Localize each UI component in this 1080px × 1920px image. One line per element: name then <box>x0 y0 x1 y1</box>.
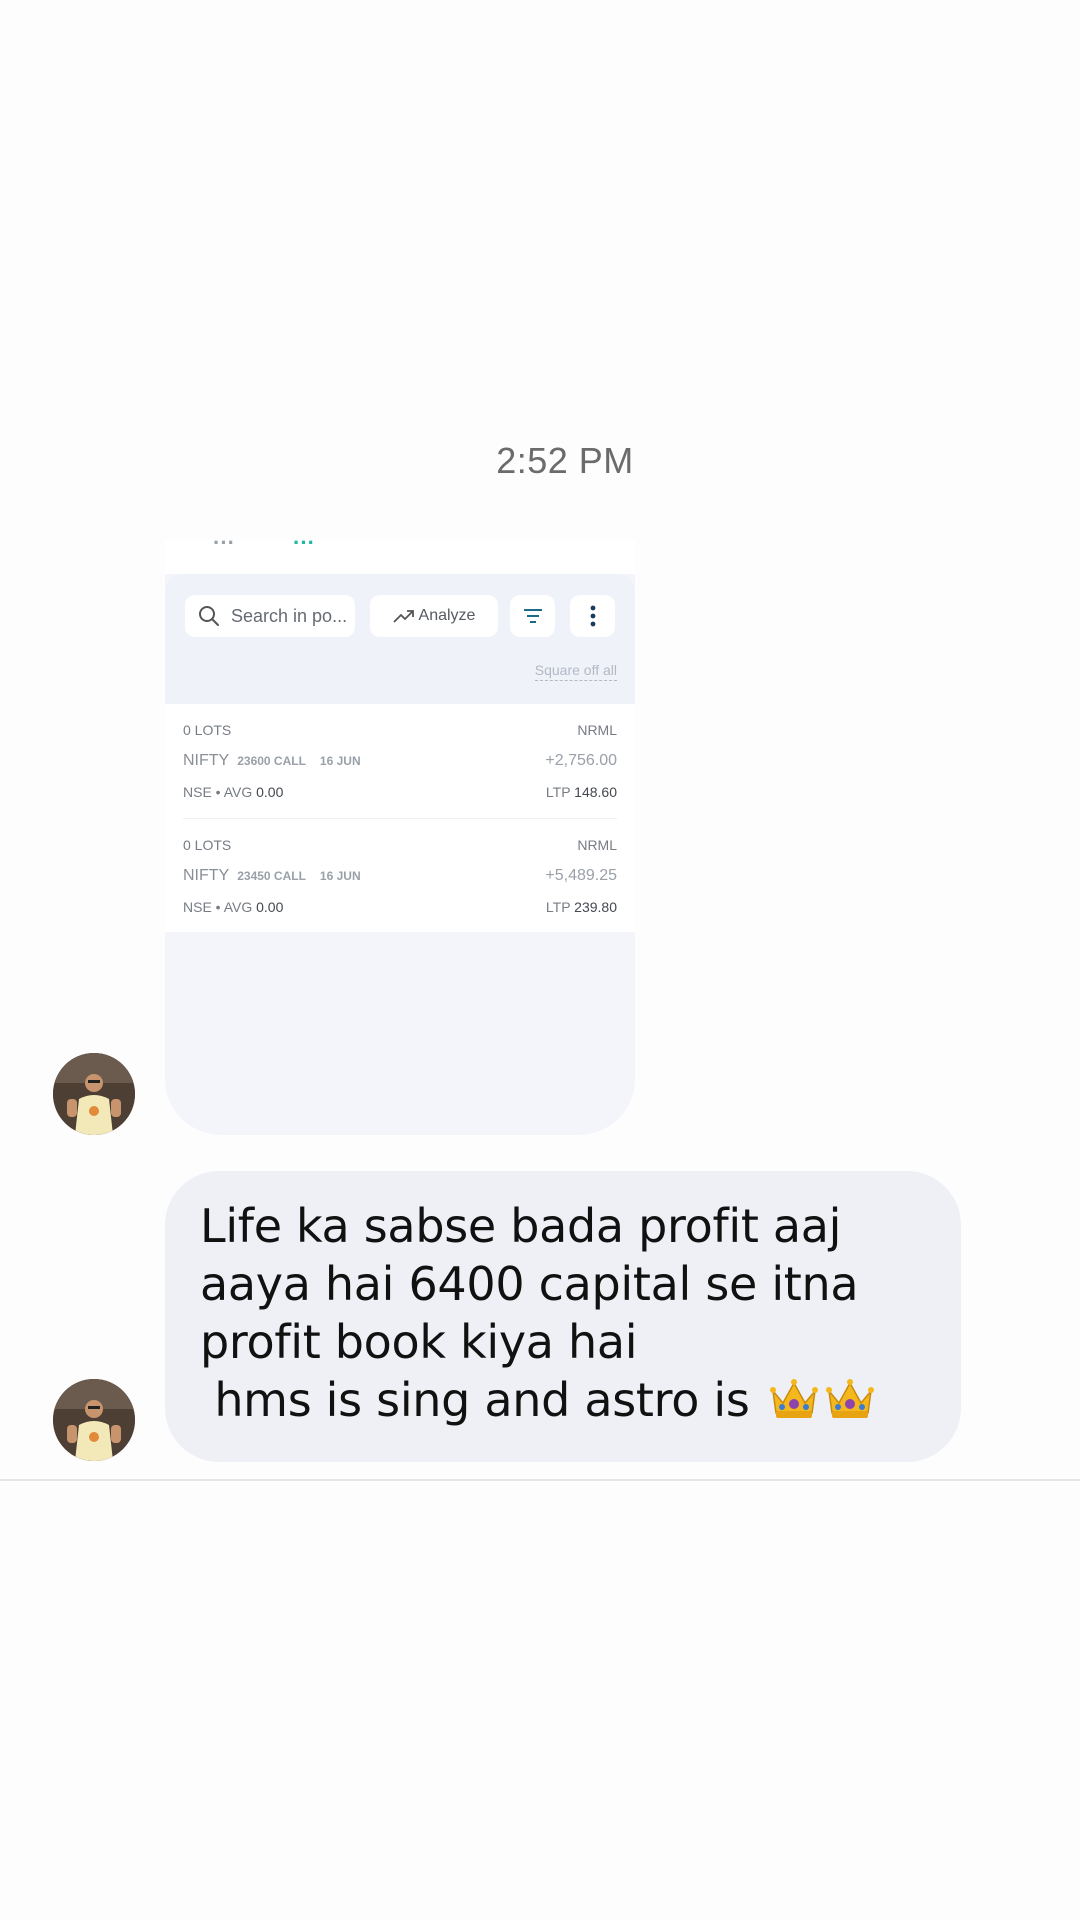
positions-list: 0 LOTS NRML NIFTY 23600 CALL 16 JUN +2,756… <box>165 704 635 932</box>
sender-avatar[interactable] <box>53 1379 135 1461</box>
position-row[interactable]: 0 LOTS NRML NIFTY 23450 CALL 16 JUN +5,489… <box>183 818 617 932</box>
more-options-button[interactable] <box>570 595 615 637</box>
position-strike: 23450 CALL <box>237 869 306 883</box>
positions-search-input[interactable]: Search in po... <box>185 595 355 637</box>
position-expiry: 16 JUN <box>319 869 361 883</box>
position-strike: 23600 CALL <box>237 754 306 768</box>
position-product: NRML <box>577 722 617 738</box>
position-avg: NSE • AVG 0.00 <box>183 784 284 800</box>
message-text: Life ka sabse bada profit aaj aaya hai 6… <box>200 1197 927 1434</box>
position-pnl: +5,489.25 <box>545 867 617 884</box>
position-ltp: LTP 148.60 <box>545 784 617 800</box>
more-vertical-icon <box>590 605 595 627</box>
position-symbol: NIFTY 23450 CALL 16 JUN <box>183 867 361 884</box>
filter-button[interactable] <box>510 595 555 637</box>
position-expiry: 16 JUN <box>319 754 361 768</box>
position-lots: 0 LOTS <box>183 837 232 853</box>
square-off-all-link[interactable]: Square off all <box>534 662 617 681</box>
position-row[interactable]: 0 LOTS NRML NIFTY 23600 CALL 16 JUN +2,756… <box>183 704 617 818</box>
trending-up-icon <box>392 610 414 623</box>
position-product: NRML <box>577 837 617 853</box>
avatar-photo <box>53 1379 135 1461</box>
screenshot-cutoff-row: ··· ··· <box>165 540 635 574</box>
position-ltp: LTP 239.80 <box>545 899 617 915</box>
crown-emojis <box>769 1373 874 1434</box>
avatar-photo <box>53 1053 135 1135</box>
position-avg: NSE • AVG 0.00 <box>183 899 284 915</box>
shared-screenshot[interactable]: ··· ··· Search in po... Analyze Square o… <box>165 540 635 1135</box>
crown-icon <box>769 1379 874 1418</box>
sender-avatar[interactable] <box>53 1053 135 1135</box>
position-lots: 0 LOTS <box>183 722 232 738</box>
message-bubble[interactable]: Life ka sabse bada profit aaj aaya hai 6… <box>165 1171 961 1462</box>
search-icon <box>199 606 219 626</box>
positions-toolbar: Search in po... Analyze Square off all <box>165 574 635 704</box>
analyze-label: Analyze <box>418 607 476 624</box>
analyze-button[interactable]: Analyze <box>370 595 498 637</box>
message-timestamp: 2:52 PM <box>496 440 634 481</box>
chat-screen: 2:52 PM ··· ··· Search in po... Analyze … <box>0 0 1080 1920</box>
filter-icon <box>523 609 542 623</box>
position-symbol: NIFTY 23600 CALL 16 JUN <box>183 752 361 769</box>
position-pnl: +2,756.00 <box>545 752 617 769</box>
composer-divider <box>0 1479 1080 1481</box>
search-placeholder: Search in po... <box>231 605 348 626</box>
